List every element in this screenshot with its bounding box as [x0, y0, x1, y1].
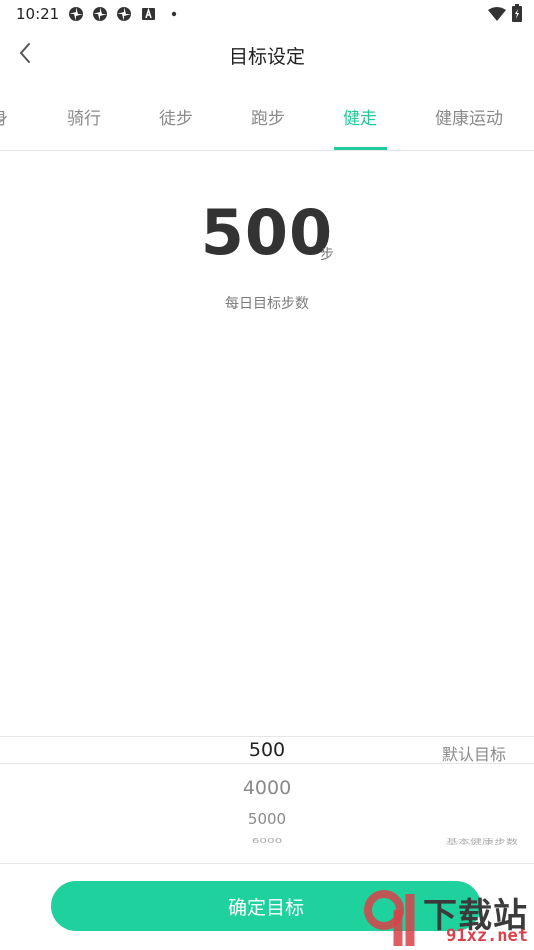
tab-hiking[interactable]: 徒步 [159, 104, 193, 129]
status-time: 10:21 [16, 5, 60, 23]
goal-caption: 每日目标步数 [225, 296, 309, 312]
status-bar: 10:21 [0, 0, 534, 28]
battery-icon [512, 4, 522, 26]
pinwheel-icon [68, 6, 84, 22]
picker-selected-label: 默认目标 [441, 745, 506, 764]
picker-item[interactable]: 5000 [0, 810, 534, 828]
pinwheel-icon [92, 6, 108, 22]
page-title: 目标设定 [228, 46, 305, 68]
tab-cycling[interactable]: 骑行 [67, 104, 101, 129]
picker-item-label: 基本健康步数 [445, 838, 518, 846]
a-badge-icon [142, 6, 158, 22]
tab-running[interactable]: 跑步 [251, 104, 285, 129]
status-right [488, 4, 522, 26]
picker-item[interactable]: 4000 [0, 777, 534, 799]
tab-health-exercise[interactable]: 健康运动 [435, 104, 503, 129]
goal-value: 500 [200, 196, 334, 269]
tab-fitness[interactable]: 身 [0, 104, 8, 129]
goal-unit: 步 [320, 247, 334, 263]
watermark-url: 91xz.net [446, 926, 528, 946]
dot-icon [170, 6, 186, 22]
wifi-icon [488, 6, 506, 25]
tab-bar: 身 骑行 徒步 跑步 健走 健康运动 [0, 92, 534, 151]
tab-power-walk[interactable]: 健走 [343, 104, 377, 129]
pinwheel-icon [116, 6, 132, 22]
goal-picker[interactable]: 500 默认目标 4000 5000 6000 基本健康步数 [0, 736, 534, 864]
active-tab-indicator [334, 147, 387, 150]
